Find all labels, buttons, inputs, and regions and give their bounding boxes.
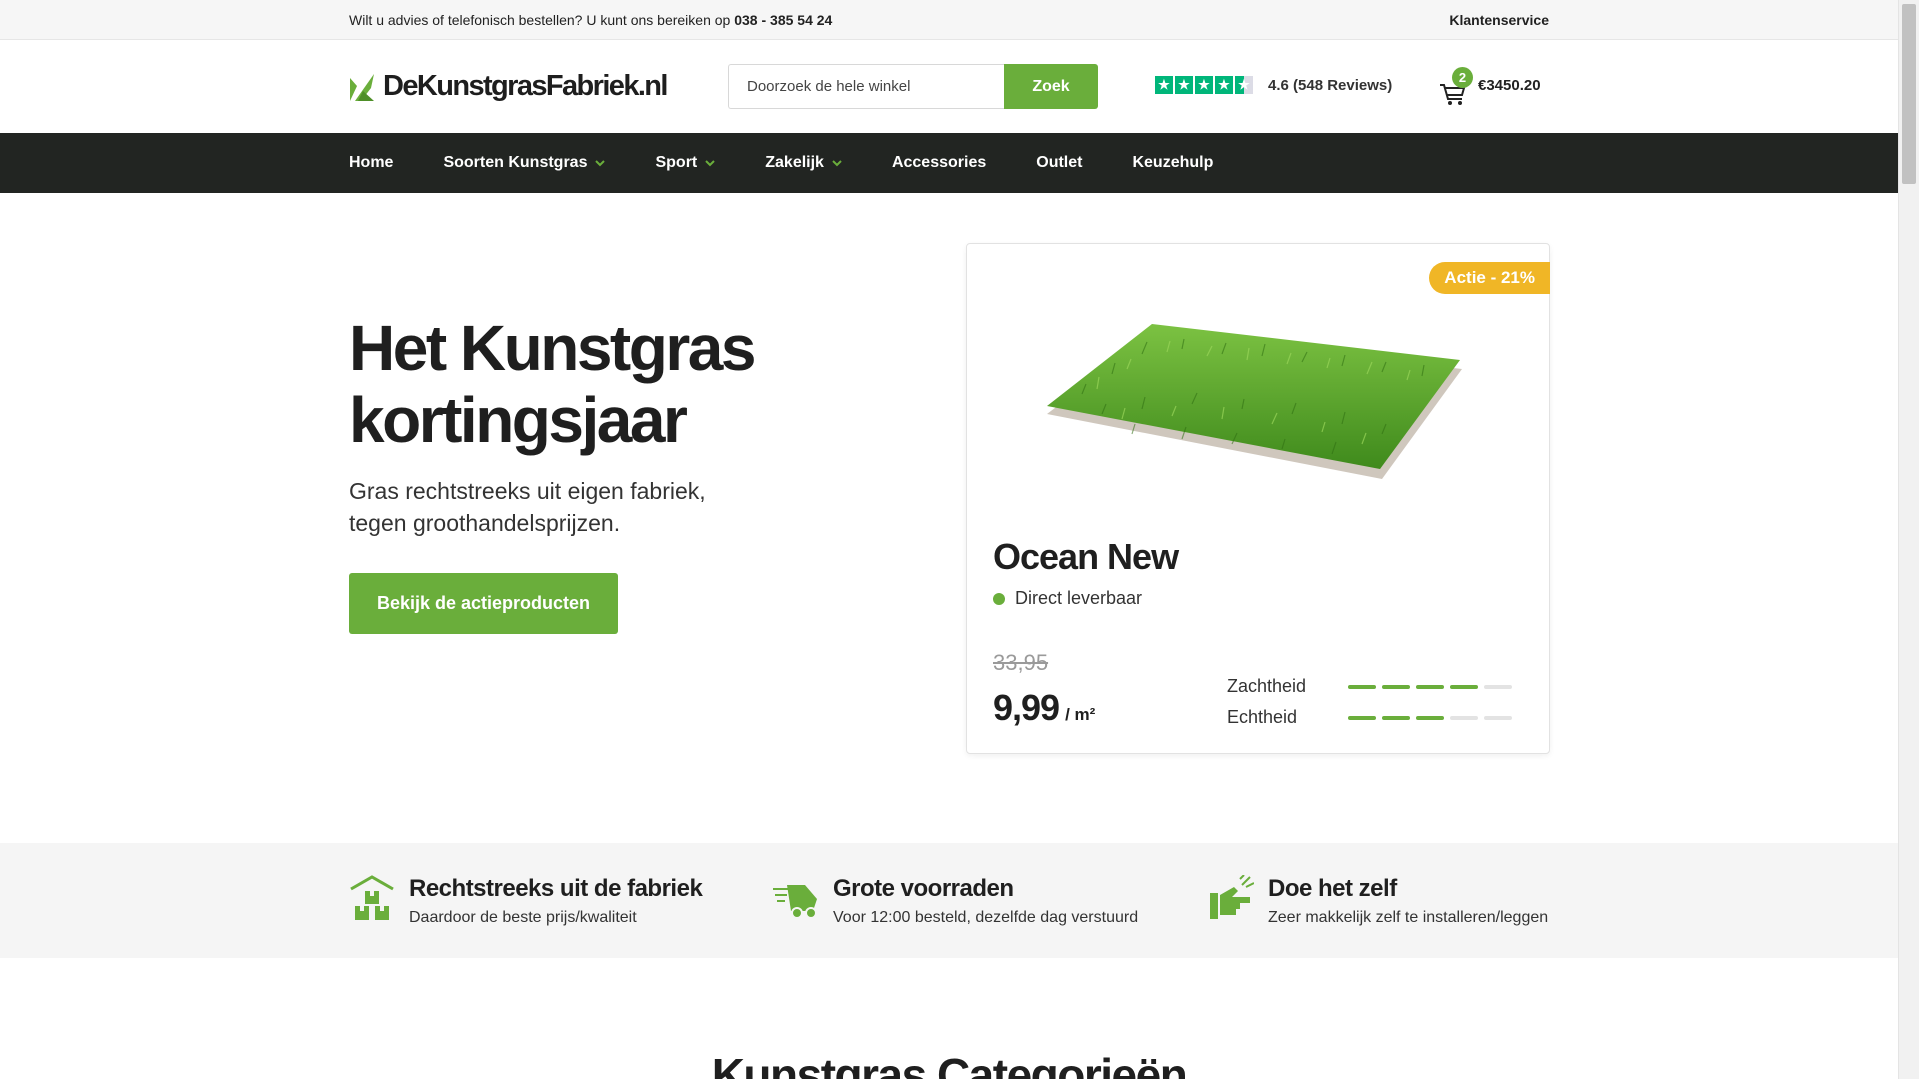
rating-bar-filled [1348,684,1376,689]
realism-rating-bars [1348,715,1512,720]
in-stock-dot-icon [993,592,1005,605]
usp-title: Doe het zelf [1268,875,1397,902]
stock-label: Direct leverbaar [1015,588,1143,608]
artificial-grass-image [1047,324,1462,479]
price-unit: / m² [1065,705,1096,724]
usp-subtitle: Zeer makkelijk zelf te installeren/legge… [1268,909,1549,926]
rating-bar-filled [1382,684,1410,689]
usp-factory: Rechtstreeks uit de fabriek Daardoor de … [349,875,703,927]
rating-bar-empty [1484,684,1512,689]
rating-bar-filled [1348,715,1376,720]
rating-bar-filled [1416,715,1444,720]
spec-realism: Echtheid [1227,702,1512,733]
softness-rating-bars [1348,684,1512,689]
usp-title: Rechtstreeks uit de fabriek [409,875,703,902]
stock-status: Direct leverbaar [993,588,1142,609]
factory-boxes-icon [350,875,394,920]
spec-softness: Zachtheid [1227,671,1512,702]
hand-spray-icon [1210,875,1254,919]
usp-title: Grote voorraden [833,875,1014,902]
promo-badge: Actie - 21% [1429,262,1550,294]
old-price: 33,95 [993,650,1049,675]
product-specs: Zachtheid Echtheid [1227,671,1512,733]
rating-bar-filled [1382,715,1410,720]
usp-stock: Grote voorraden Voor 12:00 besteld, deze… [773,875,1138,927]
page-scrollbar[interactable] [1898,0,1919,1079]
current-price: 9,99 [993,687,1060,728]
hero-subtitle: Gras rechtstreeks uit eigen fabriek, teg… [349,478,706,536]
usp-bar: Rechtstreeks uit de fabriek Daardoor de … [0,843,1898,958]
page: Wilt u advies of telefonisch bestellen? … [0,0,1898,1079]
spec-label: Echtheid [1227,707,1298,727]
price-block: 9,99 / m² [993,687,1095,729]
scrollbar-thumb[interactable] [1902,4,1916,184]
product-card[interactable]: Actie - 21% Ocean New Direct leverbaar 3… [966,243,1550,754]
usp-subtitle: Voor 12:00 besteld, dezelfde dag verstuu… [833,909,1139,926]
hero-title: Het Kunstgras kortingsjaar [349,312,756,456]
view-promotions-button[interactable]: Bekijk de actieproducten [349,573,618,634]
rating-bar-empty [1450,715,1478,720]
rating-bar-filled [1416,684,1444,689]
product-name: Ocean New [993,536,1179,577]
hero-section: Het Kunstgras kortingsjaar Gras rechtstr… [349,0,1550,843]
usp-diy: Doe het zelf Zeer makkelijk zelf te inst… [1208,875,1548,927]
rating-bar-filled [1450,684,1478,689]
delivery-truck-icon [773,885,817,919]
usp-subtitle: Daardoor de beste prijs/kwaliteit [409,909,637,926]
rating-bar-empty [1484,715,1512,720]
spec-label: Zachtheid [1227,676,1307,696]
categories-heading: Kunstgras Categorieën [711,1049,1188,1079]
